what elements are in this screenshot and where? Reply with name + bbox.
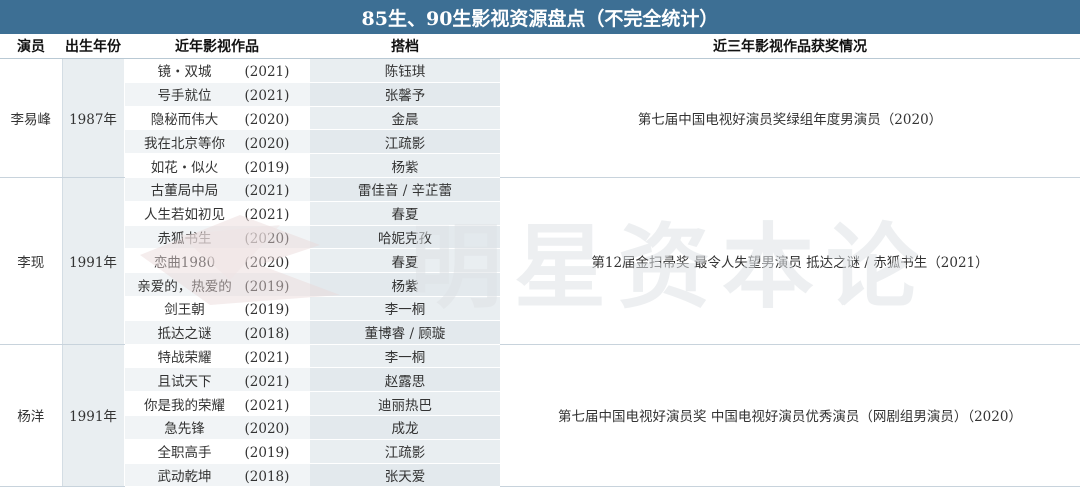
- partner-name: 陈钰琪: [310, 58, 500, 83]
- header-recent-works: 近年影视作品: [124, 34, 310, 59]
- work-title: 亲爱的，热爱的: [137, 278, 232, 295]
- work-year: (2021): [244, 373, 290, 390]
- award-text: 第12届金扫帚奖 最令人失望男演员 抵达之谜 / 赤狐书生（2021）: [500, 177, 1080, 345]
- work-year: (2020): [244, 135, 290, 152]
- work-title: 恋曲1980: [153, 254, 216, 271]
- work-year: (2021): [244, 349, 290, 366]
- work-year: (2021): [244, 183, 290, 200]
- work-cell: 恋曲1980 (2020): [124, 248, 310, 274]
- work-title: 古董局中局: [150, 183, 219, 200]
- partner-name: 杨紫: [310, 153, 500, 178]
- work-cell: 剑王朝 (2019): [124, 296, 310, 321]
- header-actor: 演员: [0, 34, 62, 59]
- table-body: 李易峰 1987年 镜・双城 (2021) 陈钰琪 第七届中国电视好演员奖绿组年度男演员（…: [0, 58, 1080, 487]
- work-cell: 全职高手 (2019): [124, 439, 310, 464]
- work-year: (2021): [244, 397, 290, 414]
- table-row: 李易峰 1987年 镜・双城 (2021) 陈钰琪 第七届中国电视好演员奖绿组年度男演员（…: [0, 58, 1080, 178]
- work-year: (2019): [244, 302, 290, 319]
- work-year: (2021): [244, 88, 290, 105]
- work-year: (2021): [244, 207, 290, 224]
- partner-name: 赵露思: [310, 367, 500, 393]
- work-cell: 古董局中局 (2021): [124, 177, 310, 202]
- work-year: (2018): [244, 326, 290, 343]
- work-cell: 赤狐书生 (2020): [124, 225, 310, 250]
- work-cell: 武动乾坤 (2018): [124, 463, 310, 487]
- work-title: 隐秘而伟大: [150, 111, 219, 128]
- work-cell: 且试天下 (2021): [124, 367, 310, 393]
- work-title: 你是我的荣耀: [144, 397, 225, 414]
- partner-name: 张馨予: [310, 82, 500, 107]
- header-row: 演员 出生年份 近年影视作品 搭档 近三年影视作品获奖情况: [0, 34, 1080, 59]
- work-year: (2019): [244, 445, 290, 462]
- work-cell: 号手就位 (2021): [124, 82, 310, 107]
- work-title: 如花・似火: [150, 159, 219, 176]
- partner-name: 哈妮克孜: [310, 225, 500, 250]
- work-title: 人生若如初见: [144, 207, 225, 224]
- work-title: 全职高手: [157, 445, 212, 462]
- partner-name: 杨紫: [310, 272, 500, 297]
- work-title: 我在北京等你: [144, 135, 225, 152]
- work-cell: 人生若如初见 (2021): [124, 201, 310, 226]
- work-year: (2020): [244, 254, 290, 271]
- work-year: (2020): [244, 421, 290, 438]
- birth-year: 1991年: [62, 177, 125, 345]
- partner-name: 迪丽热巴: [310, 391, 500, 416]
- work-title: 武动乾坤: [157, 468, 212, 485]
- birth-year: 1987年: [62, 58, 125, 178]
- partner-name: 江疏影: [310, 439, 500, 464]
- award-text: 第七届中国电视好演员奖绿组年度男演员（2020）: [500, 58, 1080, 178]
- work-cell: 特战荣耀 (2021): [124, 344, 310, 369]
- table-row: 杨洋 1991年 特战荣耀 (2021) 李一桐 第七届中国电视好演员奖 中国电视好演员优…: [0, 344, 1080, 487]
- work-cell: 如花・似火 (2019): [124, 153, 310, 178]
- work-year: (2020): [244, 230, 290, 247]
- work-title: 号手就位: [157, 88, 212, 105]
- work-year: (2018): [244, 468, 290, 485]
- header-awards: 近三年影视作品获奖情况: [500, 34, 1080, 59]
- partner-name: 金晨: [310, 106, 500, 131]
- actor-name: 杨洋: [0, 344, 63, 487]
- partner-name: 春夏: [310, 201, 500, 226]
- work-title: 剑王朝: [164, 302, 205, 319]
- resource-table: 演员 出生年份 近年影视作品 搭档 近三年影视作品获奖情况 李易峰 1987年 镜・…: [0, 34, 1080, 487]
- birth-year: 1991年: [62, 344, 125, 487]
- work-title: 且试天下: [157, 373, 212, 390]
- actor-name: 李易峰: [0, 58, 63, 178]
- partner-name: 李一桐: [310, 344, 500, 369]
- partner-name: 成龙: [310, 415, 500, 440]
- award-text: 第七届中国电视好演员奖 中国电视好演员优秀演员（网剧组男演员）（2020）: [500, 344, 1080, 487]
- actor-name: 李现: [0, 177, 63, 345]
- work-year: (2019): [244, 159, 290, 176]
- partner-name: 江疏影: [310, 129, 500, 155]
- work-title: 特战荣耀: [157, 349, 212, 366]
- work-cell: 亲爱的，热爱的 (2019): [124, 272, 310, 297]
- work-cell: 你是我的荣耀 (2021): [124, 391, 310, 416]
- work-year: (2019): [244, 278, 290, 295]
- work-year: (2021): [244, 64, 290, 81]
- partner-name: 雷佳音 / 辛芷蕾: [310, 177, 500, 202]
- work-cell: 镜・双城 (2021): [124, 58, 310, 83]
- partner-name: 张天爱: [310, 463, 500, 487]
- header-birth-year: 出生年份: [62, 34, 124, 59]
- work-title: 急先锋: [164, 421, 205, 438]
- work-year: (2020): [244, 111, 290, 128]
- header-partner: 搭档: [310, 34, 500, 59]
- work-cell: 抵达之谜 (2018): [124, 320, 310, 345]
- work-cell: 隐秘而伟大 (2020): [124, 106, 310, 131]
- work-title: 赤狐书生: [157, 230, 212, 247]
- work-cell: 急先锋 (2020): [124, 415, 310, 440]
- partner-name: 董博睿 / 顾璇: [310, 320, 500, 345]
- table-row: 李现 1991年 古董局中局 (2021) 雷佳音 / 辛芷蕾 第12届金扫帚奖 最令人失…: [0, 177, 1080, 345]
- partner-name: 春夏: [310, 248, 500, 274]
- work-cell: 我在北京等你 (2020): [124, 129, 310, 155]
- partner-name: 李一桐: [310, 296, 500, 321]
- table-title: 85生、90生影视资源盘点（不完全统计）: [0, 0, 1080, 34]
- work-title: 镜・双城: [157, 64, 212, 81]
- work-title: 抵达之谜: [157, 326, 212, 343]
